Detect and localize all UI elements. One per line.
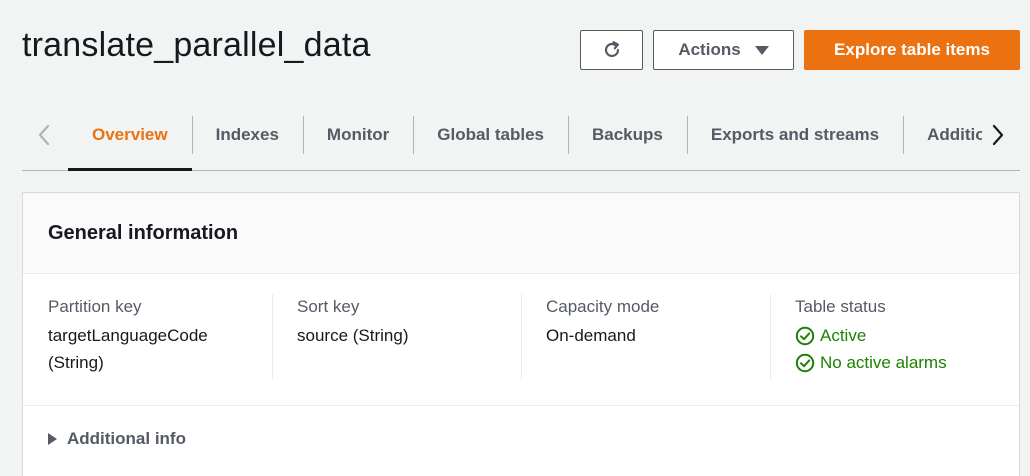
tab-bar: Overview Indexes Monitor Global tables B… bbox=[22, 98, 1020, 171]
tab-exports-and-streams[interactable]: Exports and streams bbox=[686, 98, 903, 171]
tab-additional-settings[interactable]: Additional settings bbox=[903, 98, 982, 171]
check-circle-icon bbox=[795, 326, 815, 345]
tab-overview[interactable]: Overview bbox=[68, 98, 192, 171]
status-active-text: Active bbox=[820, 326, 867, 345]
partition-key-type: (String) bbox=[48, 353, 104, 372]
tab-global-tables[interactable]: Global tables bbox=[413, 98, 568, 171]
additional-info-label: Additional info bbox=[67, 429, 186, 448]
panel-divider bbox=[23, 405, 1019, 406]
refresh-icon bbox=[604, 41, 619, 58]
capacity-mode-column: Capacity mode On-demand bbox=[521, 294, 770, 380]
page-title: translate_parallel_data bbox=[22, 26, 371, 64]
partition-key-name: targetLanguageCode bbox=[48, 326, 208, 345]
partition-key-value: targetLanguageCode (String) bbox=[48, 322, 272, 376]
tab-monitor[interactable]: Monitor bbox=[302, 98, 413, 171]
partition-key-column: Partition key targetLanguageCode (String… bbox=[23, 294, 272, 380]
table-status-column: Table status Active No active alarms bbox=[770, 294, 1019, 380]
chevron-right-icon bbox=[992, 124, 1004, 146]
sort-key-column: Sort key source (String) bbox=[272, 294, 521, 380]
tabs-scroll-left-button[interactable] bbox=[34, 122, 54, 148]
partition-key-label: Partition key bbox=[48, 297, 142, 316]
additional-info-toggle[interactable]: Additional info bbox=[48, 429, 186, 449]
status-alarms-text: No active alarms bbox=[820, 353, 947, 372]
panel-header: General information bbox=[23, 193, 1019, 274]
tab-indexes[interactable]: Indexes bbox=[191, 98, 303, 171]
sort-key-label: Sort key bbox=[297, 297, 360, 316]
capacity-mode-value: On-demand bbox=[546, 326, 636, 345]
check-circle-icon bbox=[795, 353, 815, 372]
panel-title: General information bbox=[48, 221, 239, 244]
tab-list: Overview Indexes Monitor Global tables B… bbox=[68, 98, 982, 171]
actions-button-label: Actions bbox=[678, 40, 741, 59]
tab-backups[interactable]: Backups bbox=[568, 98, 687, 171]
explore-table-items-button[interactable]: Explore table items bbox=[804, 30, 1020, 70]
details-columns: Partition key targetLanguageCode (String… bbox=[23, 294, 1019, 380]
chevron-left-icon bbox=[38, 124, 50, 146]
general-information-panel: General information Partition key target… bbox=[22, 192, 1020, 476]
capacity-mode-label: Capacity mode bbox=[546, 297, 660, 316]
sort-key-value: source (String) bbox=[297, 326, 409, 345]
tabs-scroll-right-button[interactable] bbox=[988, 122, 1008, 148]
actions-button[interactable]: Actions bbox=[653, 30, 794, 70]
table-status-label: Table status bbox=[795, 297, 886, 316]
status-active: Active bbox=[795, 322, 1019, 349]
caret-down-icon bbox=[754, 45, 769, 55]
status-alarms: No active alarms bbox=[795, 349, 1019, 376]
caret-right-icon bbox=[48, 433, 57, 445]
refresh-button[interactable] bbox=[580, 30, 643, 70]
